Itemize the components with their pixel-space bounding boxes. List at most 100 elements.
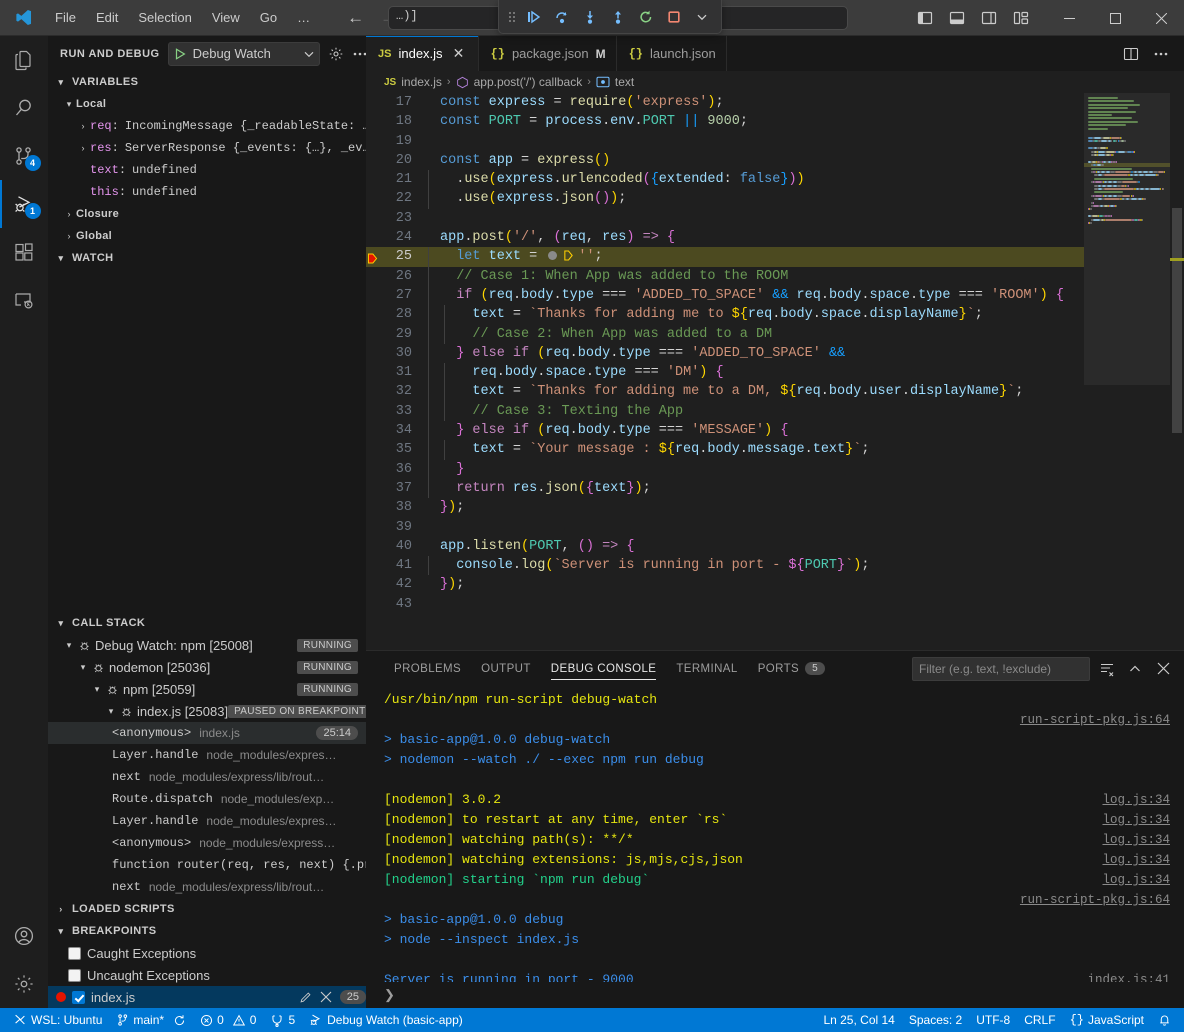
tab-package-json[interactable]: {} package.json M	[479, 36, 617, 71]
gear-icon[interactable]	[328, 43, 344, 65]
code-line[interactable]: 33 // Case 3: Texting the App	[366, 402, 1084, 421]
step-into-button[interactable]	[577, 4, 603, 30]
code-text[interactable]: app.listen(PORT, () => {	[428, 537, 634, 556]
code-text[interactable]: text = `Thanks for adding me to ${req.bo…	[428, 305, 983, 324]
console-source-link[interactable]: index.js:41	[1073, 970, 1170, 982]
variables-scope-local[interactable]: ▾ Local	[48, 93, 366, 115]
breadcrumb-item-file[interactable]: JS index.js	[384, 75, 442, 89]
inline-breakpoint-dot-icon[interactable]	[548, 251, 557, 260]
activity-item-accounts[interactable]	[0, 912, 48, 960]
clear-console-icon[interactable]	[1096, 658, 1118, 680]
code-text[interactable]: } else if (req.body.type === 'ADDED_TO_S…	[428, 344, 845, 363]
activity-item-remote-explorer[interactable]	[0, 276, 48, 324]
code-line[interactable]: 30 } else if (req.body.type === 'ADDED_T…	[366, 344, 1084, 363]
tab-index-js[interactable]: JS index.js ✕	[366, 36, 479, 71]
status-encoding[interactable]: UTF-8	[969, 1008, 1017, 1032]
variables-pane-header[interactable]: ▾ VARIABLES	[48, 71, 366, 93]
tab-ports[interactable]: PORTS 5	[748, 651, 835, 686]
more-actions-button[interactable]	[689, 4, 715, 30]
callstack-session-row[interactable]: ▾ nodemon [25036] RUNNING	[48, 656, 366, 678]
continue-pause-button[interactable]	[521, 4, 547, 30]
console-source-link[interactable]: run-script-pkg.js:64	[1006, 890, 1170, 910]
callstack-frame-row[interactable]: Layer.handle node_modules/expres…	[48, 744, 366, 766]
stop-button[interactable]	[661, 4, 687, 30]
variables-scope-closure[interactable]: › Closure	[48, 203, 366, 225]
code-line[interactable]: 37 return res.json({text});	[366, 479, 1084, 498]
ellipsis-icon[interactable]	[1148, 41, 1174, 67]
code-text[interactable]: return res.json({text});	[428, 479, 651, 498]
breakpoint-checkbox[interactable]	[72, 991, 85, 1004]
close-icon[interactable]: ✕	[450, 45, 468, 63]
code-line[interactable]: 40app.listen(PORT, () => {	[366, 537, 1084, 556]
code-line[interactable]: 31 req.body.space.type === 'DM') {	[366, 363, 1084, 382]
variable-row-this[interactable]: this : undefined	[48, 181, 366, 203]
split-editor-right-icon[interactable]	[1118, 41, 1144, 67]
code-line[interactable]: 41 console.log(`Server is running in por…	[366, 556, 1084, 575]
menu-go[interactable]: Go	[251, 6, 286, 29]
code-text[interactable]: req.body.space.type === 'DM') {	[428, 363, 724, 382]
breadcrumb-item-symbol-function[interactable]: app.post('/') callback	[456, 75, 583, 89]
activity-item-search[interactable]	[0, 84, 48, 132]
code-text[interactable]: .use(express.urlencoded({extended: false…	[428, 170, 805, 189]
tab-problems[interactable]: PROBLEMS	[384, 651, 471, 686]
code-line[interactable]: 29 // Case 2: When App was added to a DM	[366, 325, 1084, 344]
callstack-frame-row[interactable]: function router(req, res, next) {.pr	[48, 854, 366, 876]
breakpoint-marker-icon[interactable]	[366, 249, 388, 265]
breakpoints-pane-header[interactable]: ▾ BREAKPOINTS	[48, 920, 366, 942]
debug-configuration-select[interactable]: Debug Watch	[168, 42, 320, 66]
code-line[interactable]: 39	[366, 518, 1084, 537]
toggle-panel-icon[interactable]	[942, 3, 972, 33]
arrow-left-icon[interactable]: ←	[347, 9, 364, 26]
status-problems[interactable]: 0 0	[193, 1008, 263, 1032]
code-text[interactable]: if (req.body.type === 'ADDED_TO_SPACE' &…	[428, 286, 1064, 305]
code-line[interactable]: 18const PORT = process.env.PORT || 9000;	[366, 112, 1084, 131]
breakpoint-checkbox[interactable]	[68, 947, 81, 960]
callstack-pane-header[interactable]: ▾ CALL STACK	[48, 612, 366, 634]
debug-console-input-row[interactable]: ❯	[366, 982, 1184, 1008]
breadcrumb-item-symbol-variable[interactable]: text	[596, 75, 634, 89]
tab-output[interactable]: OUTPUT	[471, 651, 541, 686]
code-line[interactable]: 27 if (req.body.type === 'ADDED_TO_SPACE…	[366, 286, 1084, 305]
watch-pane-header[interactable]: ▾ WATCH	[48, 247, 366, 269]
status-ports-forwarded[interactable]: 5	[263, 1008, 302, 1032]
chevron-up-icon[interactable]	[1124, 658, 1146, 680]
breakpoint-row-index-js[interactable]: index.js 25	[48, 986, 366, 1008]
code-text[interactable]: .use(express.json());	[428, 189, 626, 208]
loaded-scripts-pane-header[interactable]: › LOADED SCRIPTS	[48, 898, 366, 920]
pencil-icon[interactable]	[299, 991, 312, 1004]
toggle-primary-sidebar-icon[interactable]	[910, 3, 940, 33]
tab-launch-json[interactable]: {} launch.json	[617, 36, 727, 71]
code-text[interactable]: text = `Your message : ${req.body.messag…	[428, 440, 869, 459]
callstack-frame-row[interactable]: <anonymous> node_modules/express…	[48, 832, 366, 854]
code-line[interactable]: 21 .use(express.urlencoded({extended: fa…	[366, 170, 1084, 189]
status-remote-host[interactable]: WSL: Ubuntu	[6, 1008, 109, 1032]
window-minimize-button[interactable]	[1046, 0, 1092, 36]
step-over-button[interactable]	[549, 4, 575, 30]
code-line[interactable]: 36 }	[366, 460, 1084, 479]
code-line[interactable]: 23	[366, 209, 1084, 228]
code-line[interactable]: 38});	[366, 498, 1084, 517]
window-maximize-button[interactable]	[1092, 0, 1138, 36]
code-text[interactable]: });	[428, 575, 464, 594]
code-line[interactable]: 42});	[366, 575, 1084, 594]
status-language-mode[interactable]: {} JavaScript	[1063, 1008, 1151, 1032]
console-filter-input[interactable]: Filter (e.g. text, !exclude)	[912, 657, 1090, 681]
code-text[interactable]: let text = '';	[428, 247, 603, 266]
status-git-branch[interactable]: main*	[109, 1008, 193, 1032]
menu-file[interactable]: File	[46, 6, 85, 29]
watch-tree[interactable]	[48, 269, 366, 612]
activity-item-source-control[interactable]: 4	[0, 132, 48, 180]
code-line[interactable]: 35 text = `Your message : ${req.body.mes…	[366, 440, 1084, 459]
variables-scope-global[interactable]: › Global	[48, 225, 366, 247]
close-icon[interactable]	[320, 991, 332, 1003]
status-eol[interactable]: CRLF	[1017, 1008, 1062, 1032]
code-text[interactable]: });	[428, 498, 464, 517]
menu-selection[interactable]: Selection	[129, 6, 200, 29]
code-line[interactable]: 43	[366, 595, 1084, 614]
console-source-link[interactable]: log.js:34	[1088, 790, 1170, 810]
code-text[interactable]: console.log(`Server is running in port -…	[428, 556, 869, 575]
status-cursor-position[interactable]: Ln 25, Col 14	[816, 1008, 901, 1032]
code-line[interactable]: 26 // Case 1: When App was added to the …	[366, 267, 1084, 286]
console-source-link[interactable]: log.js:34	[1088, 830, 1170, 850]
tab-debug-console[interactable]: DEBUG CONSOLE	[541, 651, 667, 686]
